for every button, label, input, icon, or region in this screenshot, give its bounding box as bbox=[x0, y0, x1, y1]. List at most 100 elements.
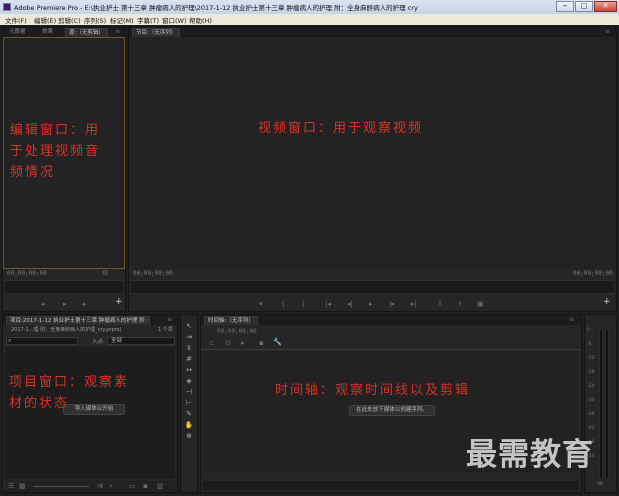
source-annotation-line-1: 编辑窗口：用 bbox=[10, 123, 101, 138]
project-annotation-line-1: 项目窗口：观察素 bbox=[9, 375, 130, 390]
timeline-panel-menu-icon[interactable]: ≡ bbox=[569, 316, 574, 324]
slide-icon[interactable]: ⊢ bbox=[184, 399, 194, 408]
slip-icon[interactable]: ⊣ bbox=[184, 388, 194, 397]
step-forward-icon[interactable]: ▸ bbox=[83, 300, 87, 308]
menu-title[interactable]: 字幕(T) bbox=[137, 15, 159, 25]
mark-in-icon[interactable]: { bbox=[281, 300, 285, 308]
menu-help[interactable]: 帮助(H) bbox=[189, 15, 212, 25]
source-scrub-bar[interactable] bbox=[5, 280, 123, 294]
source-annotation-line-2: 于处理视频音 bbox=[10, 144, 101, 159]
hand-icon[interactable]: ✋ bbox=[184, 421, 194, 430]
play-icon[interactable]: ▸ bbox=[63, 300, 67, 308]
tab-project[interactable]: 项目:2017-1-12 执业护士第十三章 肿瘤病人的护理 附: bbox=[6, 316, 151, 325]
meter-tick: -18 bbox=[587, 370, 595, 375]
source-timecode[interactable]: 00;00;00;00 bbox=[7, 270, 47, 277]
project-tab-bar: 项目:2017-1-12 执业护士第十三章 肿瘤病人的护理 附: ≡ bbox=[3, 315, 177, 325]
menu-file[interactable]: 文件(F) bbox=[5, 15, 27, 25]
panel-menu-icon[interactable]: ≡ bbox=[115, 28, 120, 36]
find-icon[interactable]: ⌕ bbox=[109, 482, 113, 490]
menu-marker[interactable]: 标记(M) bbox=[110, 15, 134, 25]
mark-out-icon[interactable]: } bbox=[301, 300, 305, 308]
meter-tick: -12 bbox=[587, 356, 595, 361]
meter-tick: -36 bbox=[587, 412, 595, 417]
tab-effects[interactable]: 效果 bbox=[39, 28, 56, 37]
program-annotation: 视频窗口：用于观察视频 bbox=[258, 121, 424, 136]
source-tab-bar: 元数据 效果 源:（无剪辑） ≡ bbox=[3, 27, 125, 37]
meter-db-label: dB bbox=[597, 482, 603, 487]
project-search-input[interactable]: ⌕ bbox=[6, 337, 78, 345]
watermark: 最需教育 bbox=[466, 437, 594, 473]
project-footer: ☰ ▦ ⇉ ⌕ ▭ ▪ ▥ bbox=[5, 481, 175, 492]
go-to-out-icon[interactable]: ▸| bbox=[411, 300, 417, 308]
track-select-icon[interactable]: ⇥ bbox=[184, 333, 194, 342]
clear-icon[interactable]: ▥ bbox=[157, 482, 164, 490]
marker-icon[interactable]: ▪ bbox=[259, 339, 264, 347]
new-bin-icon[interactable]: ▭ bbox=[129, 482, 136, 490]
program-play-icon[interactable]: ▸ bbox=[369, 300, 373, 308]
timeline-annotation: 时间轴：观察时间线以及剪辑 bbox=[275, 383, 471, 398]
rolling-edit-icon[interactable]: # bbox=[184, 355, 194, 364]
program-panel-menu-icon[interactable]: ≡ bbox=[605, 28, 610, 36]
go-to-in-icon[interactable]: |◂ bbox=[325, 300, 331, 308]
maximize-button[interactable]: □ bbox=[575, 1, 593, 12]
extract-icon[interactable]: ⇪ bbox=[457, 300, 463, 308]
razor-icon[interactable]: ◈ bbox=[184, 377, 194, 386]
lift-icon[interactable]: ⇧ bbox=[437, 300, 443, 308]
icon-view-icon[interactable]: ▦ bbox=[19, 482, 26, 490]
in-filter-select[interactable]: 全部 bbox=[107, 337, 175, 345]
timeline-scrollbar[interactable] bbox=[203, 481, 578, 490]
list-view-icon[interactable]: ☰ bbox=[8, 482, 14, 490]
new-item-icon[interactable]: ▪ bbox=[143, 482, 148, 490]
automate-to-sequence-icon[interactable]: ⇉ bbox=[97, 482, 103, 490]
tab-program[interactable]: 节目:（无序列） bbox=[132, 28, 181, 37]
add-marker-timeline-icon[interactable]: ▸ bbox=[241, 339, 245, 347]
tab-metadata[interactable]: 元数据 bbox=[6, 28, 29, 37]
selection-tool-icon[interactable]: ↖ bbox=[184, 322, 194, 331]
menu-clip[interactable]: 剪辑(C) bbox=[58, 15, 81, 25]
close-button[interactable]: ✕ bbox=[594, 1, 617, 12]
audio-meter-left bbox=[599, 329, 603, 479]
linked-selection-icon[interactable]: ⊙ bbox=[225, 339, 231, 347]
project-annotation-line-2: 材的状态 bbox=[9, 396, 70, 411]
meter-tick: -24 bbox=[587, 384, 595, 389]
step-back-frame-icon[interactable]: ◂| bbox=[347, 300, 353, 308]
step-forward-frame-icon[interactable]: |▸ bbox=[389, 300, 395, 308]
menu-sequence[interactable]: 序列(S) bbox=[84, 15, 106, 25]
program-tab-bar: 节目:（无序列） ≡ bbox=[129, 27, 616, 37]
zoom-icon[interactable]: ⊕ bbox=[184, 432, 194, 441]
timeline-timecode[interactable]: 00;00;00;00 bbox=[217, 328, 257, 335]
zoom-slider[interactable] bbox=[33, 486, 89, 487]
title-bar: Adobe Premiere Pro - E:\执业护士 第十三章 肿瘤病人的护… bbox=[0, 0, 619, 14]
ripple-edit-icon[interactable]: ‡ bbox=[184, 344, 194, 353]
meter-tick: 0 bbox=[587, 328, 590, 333]
program-scrub-bar[interactable] bbox=[131, 280, 614, 294]
project-item-count: 1 个项 bbox=[158, 327, 173, 333]
project-annotation: 项目窗口：观察素 材的状态 bbox=[9, 372, 129, 414]
tab-source[interactable]: 源:（无剪辑） bbox=[65, 28, 108, 37]
pen-icon[interactable]: ✎ bbox=[184, 410, 194, 419]
tab-timeline[interactable]: 时间轴:（无序列） bbox=[204, 316, 258, 325]
menu-bar: 文件(F) 编辑(E) 剪辑(C) 序列(S) 标记(M) 字幕(T) 窗口(W… bbox=[0, 14, 619, 25]
add-marker-icon[interactable]: ▾ bbox=[259, 300, 263, 308]
program-viewer bbox=[129, 37, 616, 269]
meter-tick: -42 bbox=[587, 426, 595, 431]
source-annotation: 编辑窗口：用 于处理视频音 频情况 bbox=[10, 120, 100, 183]
project-panel-menu-icon[interactable]: ≡ bbox=[167, 316, 172, 324]
step-back-icon[interactable]: ◂ bbox=[41, 300, 45, 308]
source-settings-icon[interactable]: ⚙ bbox=[102, 269, 108, 277]
button-editor-icon[interactable]: + bbox=[115, 298, 123, 307]
export-frame-icon[interactable]: ▣ bbox=[477, 300, 484, 308]
wrench-icon[interactable]: 🔧 bbox=[273, 338, 282, 346]
program-button-editor-icon[interactable]: + bbox=[603, 298, 611, 307]
program-timecode-duration: 00;00;00;00 bbox=[573, 270, 613, 277]
drop-media-hint[interactable]: 在此处放下媒体以创建序列。 bbox=[349, 405, 435, 416]
snap-icon[interactable]: ⊂ bbox=[209, 339, 215, 347]
program-timecode-current[interactable]: 00;00;00;00 bbox=[133, 270, 173, 277]
search-icon: ⌕ bbox=[8, 337, 12, 344]
timeline-divider bbox=[201, 349, 581, 350]
menu-edit[interactable]: 编辑(E) bbox=[34, 15, 56, 25]
menu-window[interactable]: 窗口(W) bbox=[162, 15, 187, 25]
meter-tick: -6 bbox=[587, 342, 592, 347]
rate-stretch-icon[interactable]: ↔ bbox=[184, 366, 194, 375]
minimize-button[interactable]: − bbox=[556, 1, 574, 12]
